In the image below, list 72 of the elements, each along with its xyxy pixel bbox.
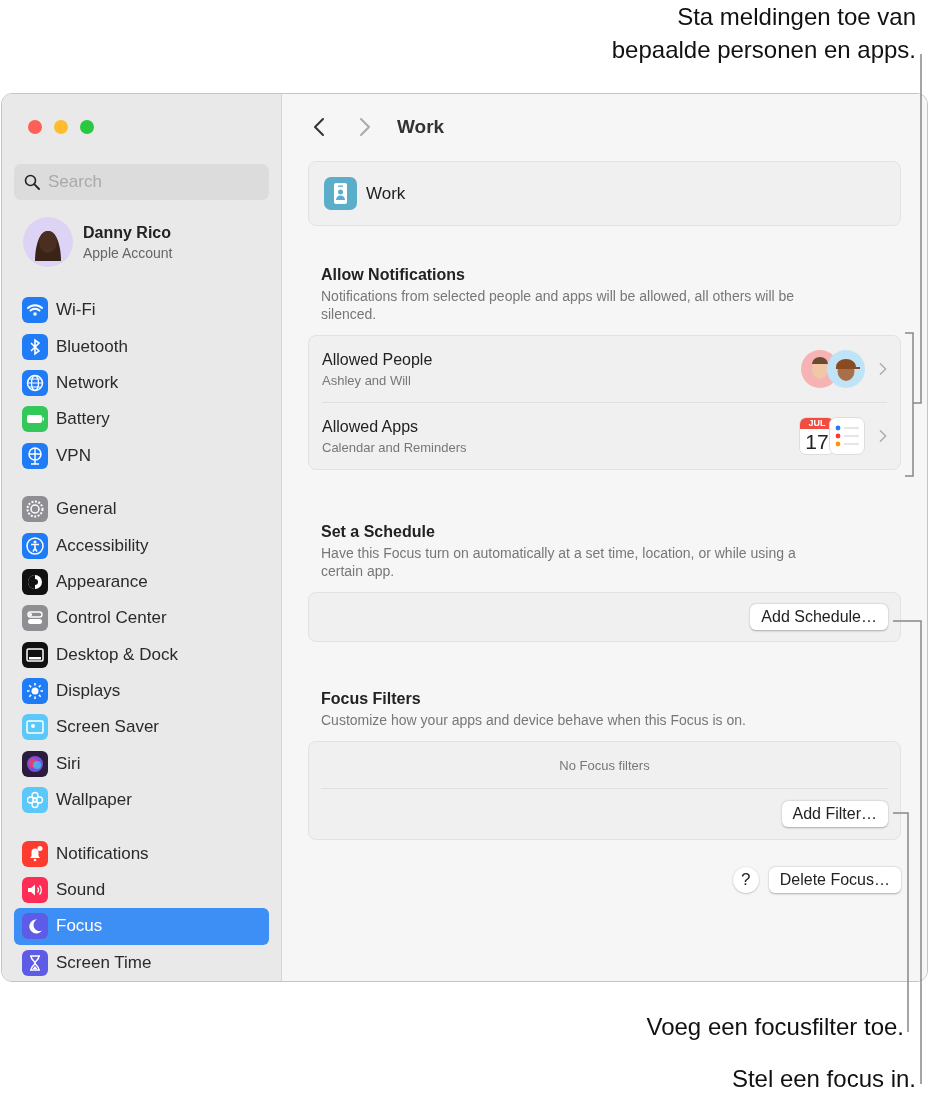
sidebar-item[interactable]: Sound [14, 871, 269, 909]
avatar [827, 350, 865, 388]
sidebar-item[interactable]: Notifications [14, 835, 269, 872]
row-title: Allowed People [322, 350, 433, 369]
sidebar-item[interactable]: Wi-Fi [14, 292, 269, 329]
accessibility-icon [22, 532, 48, 559]
globe-icon [22, 369, 48, 396]
chevron-icon[interactable] [879, 429, 887, 443]
focus-name: Work [366, 183, 406, 204]
window-control[interactable] [54, 120, 68, 134]
sidebar-item[interactable]: Bluetooth [14, 328, 269, 365]
globe-icon [22, 442, 48, 469]
sidebar-item[interactable]: Battery [14, 401, 269, 438]
page-title: Work [397, 116, 445, 138]
empty-message: No Focus filters [559, 757, 650, 773]
row-subtitle: Calendar and Reminders [322, 439, 467, 455]
sun-icon [22, 678, 48, 705]
sidebar-item[interactable]: General [14, 490, 269, 528]
section-title: Set a Schedule [321, 523, 436, 541]
sidebar-item[interactable]: Accessibility [14, 527, 269, 564]
bluetooth-icon [22, 333, 48, 360]
orb-icon [22, 750, 48, 777]
sidebar-item[interactable]: Siri [14, 745, 269, 783]
flower-icon [22, 787, 48, 814]
account-subtitle: Apple Account [83, 244, 173, 261]
search-icon [24, 174, 40, 190]
focus-card[interactable]: Work [308, 161, 901, 226]
sidebar-item[interactable]: Network [14, 364, 269, 402]
sidebar-item[interactable]: Wallpaper [14, 782, 269, 819]
row-title: Allowed Apps [322, 417, 419, 436]
calendar-day: 17 [805, 429, 829, 454]
section-title: Allow Notifications [321, 266, 466, 284]
back-button[interactable] [313, 117, 325, 137]
sidebar-item[interactable]: Desktop & Dock [14, 636, 269, 673]
speaker-icon [22, 877, 48, 904]
toggle-icon [22, 605, 48, 632]
sidebar-item[interactable]: VPN [14, 437, 269, 474]
sidebar-item[interactable]: Screen Time [14, 944, 269, 981]
bell-icon [22, 840, 48, 867]
battery-icon [22, 406, 48, 433]
callout-text: Voeg een focusfilter toe. [646, 1012, 904, 1042]
sidebar-item[interactable]: Displays [14, 672, 269, 710]
list-row[interactable]: Allowed People Ashley and Will [322, 336, 887, 402]
callout-text: Sta meldingen toe van bepaalde personen en apps. [611, 2, 916, 65]
sidebar-item[interactable]: Screen Saver [14, 709, 269, 746]
moon-icon [22, 913, 48, 940]
window-icon [22, 641, 48, 668]
gear-icon [22, 496, 48, 523]
sidebar-item[interactable]: Appearance [14, 563, 269, 601]
appearance-icon [22, 568, 48, 595]
add-schedule-button[interactable]: Add Schedule… [750, 604, 888, 630]
section-title: Focus Filters [321, 690, 422, 708]
chevron-icon[interactable] [879, 362, 887, 376]
wifi-icon [22, 297, 48, 324]
callout-text: Stel een focus in. [731, 1064, 916, 1094]
sidebar-item[interactable]: Control Center [14, 600, 269, 637]
row-subtitle: Ashley and Will [322, 372, 411, 388]
delete-focus-button[interactable]: Delete Focus… [768, 867, 901, 893]
window-control[interactable] [80, 120, 94, 134]
section-description: Customize how your apps and device behave when this Focus is on. [321, 711, 747, 729]
account-name[interactable]: Danny Rico [83, 223, 171, 242]
section-description: Notifications from selected people and apps will be allowed, all others will be silenced. [321, 287, 796, 323]
add-filter-button[interactable]: Add Filter… [781, 801, 888, 827]
badge-icon [324, 177, 357, 210]
avatar[interactable] [23, 217, 73, 267]
window-control[interactable] [28, 120, 42, 134]
hourglass-icon [22, 949, 48, 976]
screen-icon [22, 714, 48, 741]
section-description: Have this Focus turn on automatically at a set time, location, or while using a certain app. [321, 544, 797, 580]
list-row[interactable]: Allowed Apps Calendar and Reminders JUL 17 [322, 402, 887, 469]
help-button[interactable]: ? [732, 867, 759, 893]
list-icon [829, 417, 865, 455]
